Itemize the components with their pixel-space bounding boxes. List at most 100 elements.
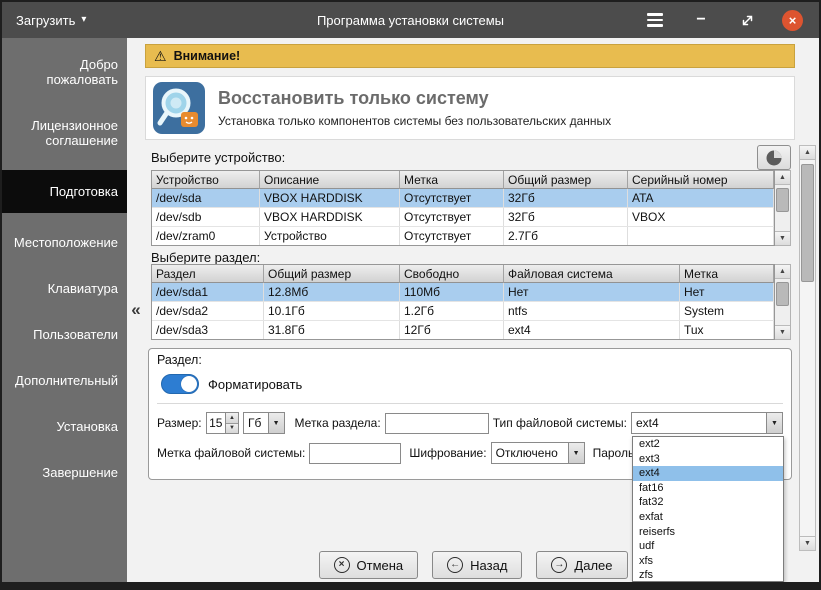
partition-table: РазделОбщий размерСвободноФайловая систе… — [151, 264, 791, 340]
fs-option[interactable]: exfat — [633, 510, 783, 525]
table-cell: Нет — [680, 283, 774, 301]
spin-down-button[interactable]: ▼ — [226, 424, 238, 434]
device-table-grid: УстройствоОписаниеМеткаОбщий размерСерий… — [151, 170, 775, 246]
encryption-select[interactable]: Отключено ▼ — [491, 442, 585, 464]
scroll-up-button[interactable]: ▲ — [775, 265, 790, 279]
table-cell: Устройство — [260, 227, 400, 245]
fs-option[interactable]: udf — [633, 539, 783, 554]
minimize-button[interactable]: − — [690, 9, 712, 31]
column-header[interactable]: Общий размер — [504, 171, 628, 189]
table-row[interactable]: /dev/sdbVBOX HARDDISKОтсутствует32ГбVBOX — [152, 208, 774, 227]
column-header[interactable]: Описание — [260, 171, 400, 189]
fs-option[interactable]: zfs — [633, 568, 783, 582]
format-toggle-label: Форматировать — [208, 377, 302, 392]
table-cell: System — [680, 302, 774, 320]
device-section-label: Выберите устройство: — [151, 150, 285, 165]
fs-type-select[interactable]: ext4 ▼ — [631, 412, 783, 434]
menu-button[interactable] — [644, 9, 666, 31]
scroll-track[interactable] — [800, 160, 815, 536]
sidebar-item-step[interactable]: Добро пожаловать — [2, 48, 127, 96]
scroll-track[interactable] — [775, 185, 790, 231]
table-row[interactable]: /dev/zram0УстройствоОтсутствует2.7Гб — [152, 227, 774, 246]
table-cell: ext4 — [504, 321, 680, 339]
back-button[interactable]: ← Назад — [432, 551, 522, 579]
fs-option[interactable]: ext3 — [633, 452, 783, 467]
column-header[interactable]: Устройство — [152, 171, 260, 189]
sidebar-collapse-handle[interactable]: « — [129, 300, 143, 320]
fs-option[interactable]: fat16 — [633, 481, 783, 496]
table-row[interactable]: /dev/sda210.1Гб1.2ГбntfsSystem — [152, 302, 774, 321]
sidebar-item-step[interactable]: Дополнительный — [2, 364, 127, 397]
fs-option[interactable]: xfs — [633, 554, 783, 569]
back-label: Назад — [470, 558, 507, 573]
column-header[interactable]: Свободно — [400, 265, 504, 283]
column-header[interactable]: Серийный номер — [628, 171, 774, 189]
window-body: Добро пожаловать Лицензионное соглашение П… — [2, 38, 819, 582]
sidebar-item-step[interactable]: Пользователи — [2, 318, 127, 351]
close-icon: × — [789, 14, 797, 27]
sidebar-item-step[interactable]: Местоположение — [2, 226, 127, 259]
table-cell: Нет — [504, 283, 680, 301]
groupbox-label: Раздел: — [157, 353, 783, 367]
fs-type-group: Тип файловой системы: ext4 ▼ — [493, 412, 783, 434]
spin-up-button[interactable]: ▲ — [226, 413, 238, 424]
table-row[interactable]: /dev/sda331.8Гб12Гбext4Tux — [152, 321, 774, 340]
chevron-down-icon[interactable]: ▼ — [568, 443, 584, 463]
fs-option[interactable]: fat32 — [633, 495, 783, 510]
main-scrollbar[interactable]: ▲ ▼ — [799, 145, 816, 551]
fs-option[interactable]: reiserfs — [633, 525, 783, 540]
partition-section-label: Выберите раздел: — [151, 250, 260, 265]
chevron-down-icon[interactable]: ▼ — [268, 413, 284, 433]
scroll-track[interactable] — [775, 279, 790, 325]
scroll-up-button[interactable]: ▲ — [800, 146, 815, 160]
sidebar-item-active[interactable]: Подготовка — [2, 170, 127, 213]
toggle-knob — [181, 376, 197, 392]
mode-header-panel: Восстановить только систему Установка то… — [145, 76, 795, 140]
size-spinner[interactable]: 15 ▲ ▼ — [206, 412, 239, 434]
column-header[interactable]: Файловая система — [504, 265, 680, 283]
scroll-up-button[interactable]: ▲ — [775, 171, 790, 185]
encryption-label: Шифрование: — [409, 446, 486, 460]
device-table-scrollbar[interactable]: ▲ ▼ — [775, 170, 791, 246]
caret-down-icon: ▾ — [81, 15, 86, 25]
sidebar-item-step[interactable]: Клавиатура — [2, 272, 127, 305]
table-row[interactable]: /dev/sdaVBOX HARDDISKОтсутствует32ГбATA — [152, 189, 774, 208]
format-toggle-row: Форматировать — [161, 374, 783, 394]
next-button[interactable]: → Далее — [536, 551, 627, 579]
cancel-button[interactable]: × Отмена — [319, 551, 419, 579]
table-row[interactable]: /dev/sda112.8Мб110МбНетНет — [152, 283, 774, 302]
partition-label-input[interactable] — [385, 413, 489, 434]
scroll-down-button[interactable]: ▼ — [800, 536, 815, 550]
fs-option[interactable]: ext4 — [633, 466, 783, 481]
fs-option[interactable]: ext2 — [633, 437, 783, 452]
maximize-button[interactable] — [736, 9, 758, 31]
scroll-thumb[interactable] — [776, 188, 789, 212]
sidebar-item-step[interactable]: Установка — [2, 410, 127, 443]
table-cell: /dev/sdb — [152, 208, 260, 226]
column-header[interactable]: Метка — [400, 171, 504, 189]
table-cell: Отсутствует — [400, 208, 504, 226]
column-header[interactable]: Общий размер — [264, 265, 400, 283]
partition-table-scrollbar[interactable]: ▲ ▼ — [775, 264, 791, 340]
sidebar-item-step[interactable]: Завершение — [2, 456, 127, 489]
table-cell: 12Гб — [400, 321, 504, 339]
chevron-down-icon[interactable]: ▼ — [766, 413, 782, 433]
column-header[interactable]: Раздел — [152, 265, 264, 283]
scroll-down-button[interactable]: ▼ — [775, 325, 790, 339]
close-button[interactable]: × — [782, 10, 803, 31]
disk-usage-button[interactable] — [757, 145, 791, 170]
fs-label-label: Метка файловой системы: — [157, 446, 305, 460]
table-cell: Отсутствует — [400, 227, 504, 245]
scroll-thumb[interactable] — [776, 282, 789, 306]
column-header[interactable]: Метка — [680, 265, 774, 283]
scroll-down-button[interactable]: ▼ — [775, 231, 790, 245]
size-unit-select[interactable]: Гб ▼ — [243, 412, 285, 434]
titlebar: Загрузить ▾ Программа установки системы … — [2, 2, 819, 38]
maximize-icon — [740, 13, 755, 28]
load-menu-label: Загрузить — [16, 13, 75, 28]
sidebar-item-step[interactable]: Лицензионное соглашение — [2, 109, 127, 157]
fs-label-input[interactable] — [309, 443, 401, 464]
scroll-thumb[interactable] — [801, 164, 814, 282]
load-menu-button[interactable]: Загрузить ▾ — [2, 2, 100, 38]
format-toggle[interactable] — [161, 374, 199, 394]
